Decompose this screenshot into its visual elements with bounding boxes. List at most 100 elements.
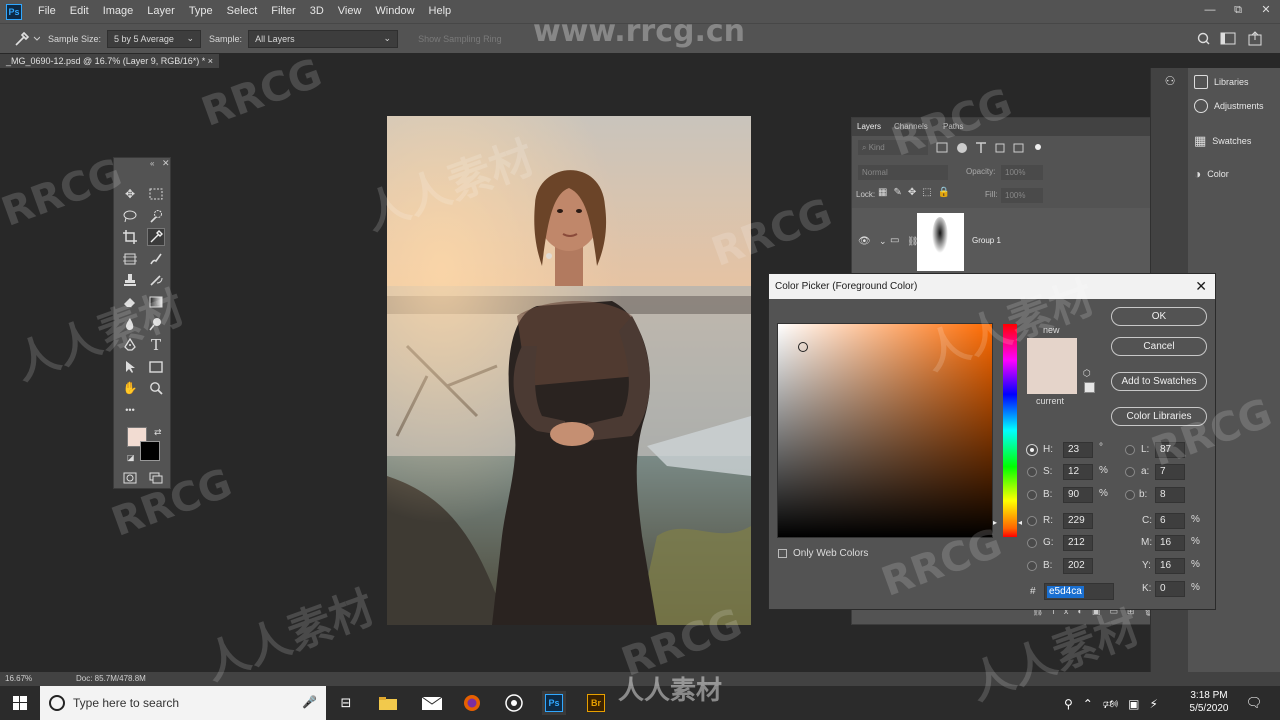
ok-button[interactable]: OK xyxy=(1111,307,1207,326)
tab-layers[interactable]: Layers xyxy=(857,122,881,131)
yellow-input[interactable]: 16 xyxy=(1155,558,1185,574)
lab-a-input[interactable]: 7 xyxy=(1155,464,1185,480)
visibility-eye-icon[interactable]: 👁 xyxy=(858,236,871,247)
saturation-brightness-field[interactable] xyxy=(778,324,992,537)
opacity-input[interactable]: 100% xyxy=(1001,165,1043,180)
close-window-icon[interactable]: ✕ xyxy=(1252,0,1280,23)
quick-selection-tool-icon[interactable] xyxy=(147,207,165,225)
document-image[interactable] xyxy=(387,116,751,625)
eraser-tool-icon[interactable] xyxy=(121,293,139,311)
layer-name[interactable]: Group 1 xyxy=(972,236,1001,245)
dock-color[interactable]: ◑ Color xyxy=(1194,167,1229,181)
clone-stamp-tool-icon[interactable] xyxy=(121,271,139,289)
browser-icon[interactable] xyxy=(502,691,526,715)
menu-layer[interactable]: Layer xyxy=(140,0,182,23)
taskbar-clock[interactable]: 3:18 PM 5/5/2020 xyxy=(1186,689,1232,715)
layer-row[interactable]: 👁 ⌄ ▭ ⛓ Group 1 xyxy=(852,208,1189,276)
lab-l-radio[interactable] xyxy=(1125,445,1135,455)
background-color-swatch[interactable] xyxy=(140,441,160,461)
menu-filter[interactable]: Filter xyxy=(264,0,302,23)
menu-edit[interactable]: Edit xyxy=(63,0,96,23)
panel-close-icon[interactable]: ✕ xyxy=(162,158,170,169)
lasso-tool-icon[interactable] xyxy=(121,207,139,225)
doc-size[interactable]: Doc: 85.7M/478.8M xyxy=(76,672,146,686)
menu-view[interactable]: View xyxy=(331,0,369,23)
pen-tool-icon[interactable] xyxy=(121,336,139,354)
cancel-button[interactable]: Cancel xyxy=(1111,337,1207,356)
lock-icons[interactable]: ▦✎✥⬚🔒 xyxy=(878,187,956,198)
sample-size-select[interactable]: 5 by 5 Average ⌄ xyxy=(107,29,202,48)
restore-icon[interactable]: ⧉ xyxy=(1224,0,1252,23)
green-input[interactable]: 212 xyxy=(1063,535,1093,551)
properties-icon[interactable]: ⚇ xyxy=(1159,74,1181,94)
frame-tool-icon[interactable] xyxy=(121,250,139,268)
saturation-radio[interactable] xyxy=(1027,467,1037,477)
close-icon[interactable]: ✕ xyxy=(1195,274,1207,299)
only-web-colors-checkbox[interactable] xyxy=(778,549,787,558)
taskbar-search-box[interactable]: Type here to search 🎤 xyxy=(40,686,326,720)
hue-radio[interactable] xyxy=(1027,445,1037,455)
menu-3d[interactable]: 3D xyxy=(303,0,331,23)
crop-tool-icon[interactable] xyxy=(121,228,139,246)
show-sampling-ring-toggle[interactable]: Show Sampling Ring xyxy=(418,34,502,44)
type-tool-icon[interactable]: T xyxy=(147,336,165,354)
brightness-input[interactable]: 90 xyxy=(1063,487,1093,503)
move-tool-icon[interactable]: ✥ xyxy=(121,185,139,203)
screen-mode-icon[interactable] xyxy=(147,469,165,487)
red-radio[interactable] xyxy=(1027,516,1037,526)
windows-start-icon[interactable] xyxy=(8,691,32,715)
black-input[interactable]: 0 xyxy=(1155,581,1185,597)
web-safe-swatch[interactable] xyxy=(1084,382,1095,393)
sample-select[interactable]: All Layers ⌄ xyxy=(248,29,399,48)
add-to-swatches-button[interactable]: Add to Swatches xyxy=(1111,372,1207,391)
menu-window[interactable]: Window xyxy=(368,0,421,23)
color-libraries-button[interactable]: Color Libraries xyxy=(1111,407,1207,426)
dodge-tool-icon[interactable] xyxy=(147,315,165,333)
swap-colors-icon[interactable]: ⇄ xyxy=(154,427,162,438)
layer-mask-thumbnail[interactable] xyxy=(917,213,964,271)
menu-help[interactable]: Help xyxy=(422,0,459,23)
brush-tool-icon[interactable] xyxy=(147,250,165,268)
notifications-icon[interactable]: 🗨 xyxy=(1242,691,1266,715)
dock-adjustments[interactable]: Adjustments xyxy=(1194,99,1264,113)
microphone-icon[interactable]: 🎤 xyxy=(302,695,317,709)
quick-mask-icon[interactable] xyxy=(121,469,139,487)
layer-filter-icons[interactable] xyxy=(936,141,1046,155)
more-tools-icon[interactable]: ••• xyxy=(121,401,139,419)
hue-slider-left-arrow-icon[interactable]: ▸ xyxy=(993,518,997,527)
file-explorer-icon[interactable] xyxy=(376,691,400,715)
gradient-tool-icon[interactable] xyxy=(147,293,165,311)
panel-collapse-icon[interactable]: « xyxy=(150,159,154,168)
blend-mode-select[interactable]: Normal xyxy=(858,165,948,180)
hue-input[interactable]: 23 xyxy=(1063,442,1093,458)
fill-input[interactable]: 100% xyxy=(1001,188,1043,203)
green-radio[interactable] xyxy=(1027,538,1037,548)
cyan-input[interactable]: 6 xyxy=(1155,513,1185,529)
hue-slider-right-arrow-icon[interactable]: ◂ xyxy=(1018,518,1022,527)
eyedropper-tool-icon[interactable] xyxy=(147,228,165,246)
red-input[interactable]: 229 xyxy=(1063,513,1093,529)
history-brush-tool-icon[interactable] xyxy=(147,271,165,289)
lab-b-radio[interactable] xyxy=(1125,490,1135,500)
eyedropper-tool-icon[interactable] xyxy=(10,29,40,49)
expand-group-icon[interactable]: ⌄ xyxy=(879,236,887,247)
blue-input[interactable]: 202 xyxy=(1063,558,1093,574)
lab-a-radio[interactable] xyxy=(1125,467,1135,477)
default-colors-icon[interactable]: ◪ xyxy=(127,453,135,462)
photoshop-taskbar-icon[interactable]: Ps xyxy=(542,691,566,715)
zoom-tool-icon[interactable] xyxy=(147,379,165,397)
firefox-icon[interactable] xyxy=(460,691,484,715)
lab-l-input[interactable]: 87 xyxy=(1155,442,1185,458)
current-color-swatch[interactable] xyxy=(1027,366,1077,394)
dock-swatches[interactable]: ▦ Swatches xyxy=(1194,133,1251,149)
magenta-input[interactable]: 16 xyxy=(1155,535,1185,551)
photoshop-logo-icon[interactable]: Ps xyxy=(6,3,22,20)
bridge-taskbar-icon[interactable]: Br xyxy=(584,691,608,715)
hand-tool-icon[interactable]: ✋ xyxy=(121,379,139,397)
zoom-level[interactable]: 16.67% xyxy=(5,672,32,686)
marquee-tool-icon[interactable] xyxy=(147,185,165,203)
tab-paths[interactable]: Paths xyxy=(943,122,963,131)
document-tab[interactable]: _MG_0690-12.psd @ 16.7% (Layer 9, RGB/16… xyxy=(0,54,220,68)
lab-b-input[interactable]: 8 xyxy=(1155,487,1185,503)
menu-image[interactable]: Image xyxy=(96,0,141,23)
